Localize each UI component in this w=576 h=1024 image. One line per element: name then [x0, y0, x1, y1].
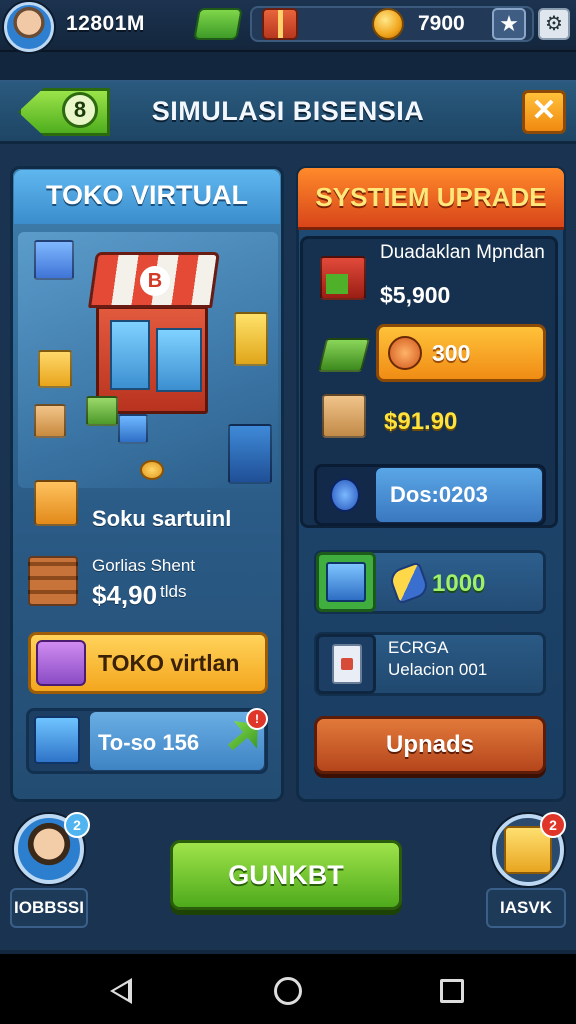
crate-icon	[118, 414, 148, 444]
crate-icon	[34, 404, 66, 438]
info-line: Uelacion 001	[388, 660, 488, 679]
dos-label: Dos:0203	[390, 482, 488, 507]
money-counter: 12801M	[66, 12, 145, 35]
item-price: $4,90	[92, 580, 158, 610]
profile-badge: 2	[64, 812, 90, 838]
pot-icon	[388, 336, 422, 370]
stock-label: To-so 156	[98, 730, 200, 755]
crate-icon	[86, 396, 118, 426]
alert-badge: !	[246, 708, 268, 730]
nav-recents-icon[interactable]	[440, 979, 464, 1003]
cash-stack-icon	[317, 338, 371, 372]
system-upgrade-title: SYSTIEM UPRADE	[315, 182, 547, 212]
profile-label: IOBBSSI	[14, 898, 84, 917]
crate-icon	[38, 350, 72, 388]
shop-logo: B	[140, 266, 170, 296]
upgrade-price: $5,900	[380, 282, 451, 308]
task-badge: 2	[540, 812, 566, 838]
item-line: Gorlias Shent	[92, 556, 195, 575]
crate-icon	[234, 312, 268, 366]
crate-icon	[228, 424, 272, 484]
star-icon[interactable]: ★	[492, 8, 526, 40]
cube-icon	[34, 716, 80, 764]
info-line: ECRGA	[388, 638, 449, 657]
close-button[interactable]: ✕	[522, 90, 566, 134]
settings-icon[interactable]: ⚙	[538, 8, 570, 40]
gift-icon[interactable]	[262, 8, 298, 40]
nav-home-icon[interactable]	[274, 977, 302, 1005]
cube-icon	[326, 562, 366, 602]
upgrade-buy-label: 300	[432, 340, 471, 366]
carton-icon	[322, 394, 366, 438]
document-icon	[332, 644, 362, 684]
upgrade-subtitle: Duadaklan Mpndan	[380, 242, 545, 263]
shelf-icon	[28, 556, 78, 606]
upgrade-button-label: Upnads	[385, 731, 474, 758]
cash-icon[interactable]	[193, 8, 243, 40]
fruit-icon	[330, 478, 360, 512]
start-button-label: GUNKBT	[228, 860, 344, 890]
coin-icon	[140, 460, 164, 480]
nav-back-icon[interactable]	[110, 978, 132, 1004]
player-avatar[interactable]	[4, 2, 54, 52]
coin-icon	[372, 8, 404, 40]
shop-window	[156, 328, 202, 392]
screen-title: SIMULASI BISENSIA	[151, 96, 425, 126]
cart-icon	[320, 256, 366, 300]
resource-value: 1000	[432, 570, 486, 597]
task-label: IASVK	[500, 898, 552, 917]
basket-icon	[36, 640, 86, 686]
virtual-shop-button-label: TOKO virtlan	[98, 650, 240, 676]
box-icon	[34, 480, 78, 526]
virtual-shop-title: TOKO VIRTUAL	[46, 180, 248, 210]
crate-icon	[34, 240, 74, 280]
item-name: Soku sartuinl	[92, 506, 232, 531]
coin-counter: 7900	[418, 12, 465, 35]
upgrade-price-gold: $91.90	[384, 408, 458, 435]
level-badge: 8	[62, 92, 98, 128]
item-unit: tlds	[160, 582, 187, 601]
shop-window	[110, 320, 150, 390]
